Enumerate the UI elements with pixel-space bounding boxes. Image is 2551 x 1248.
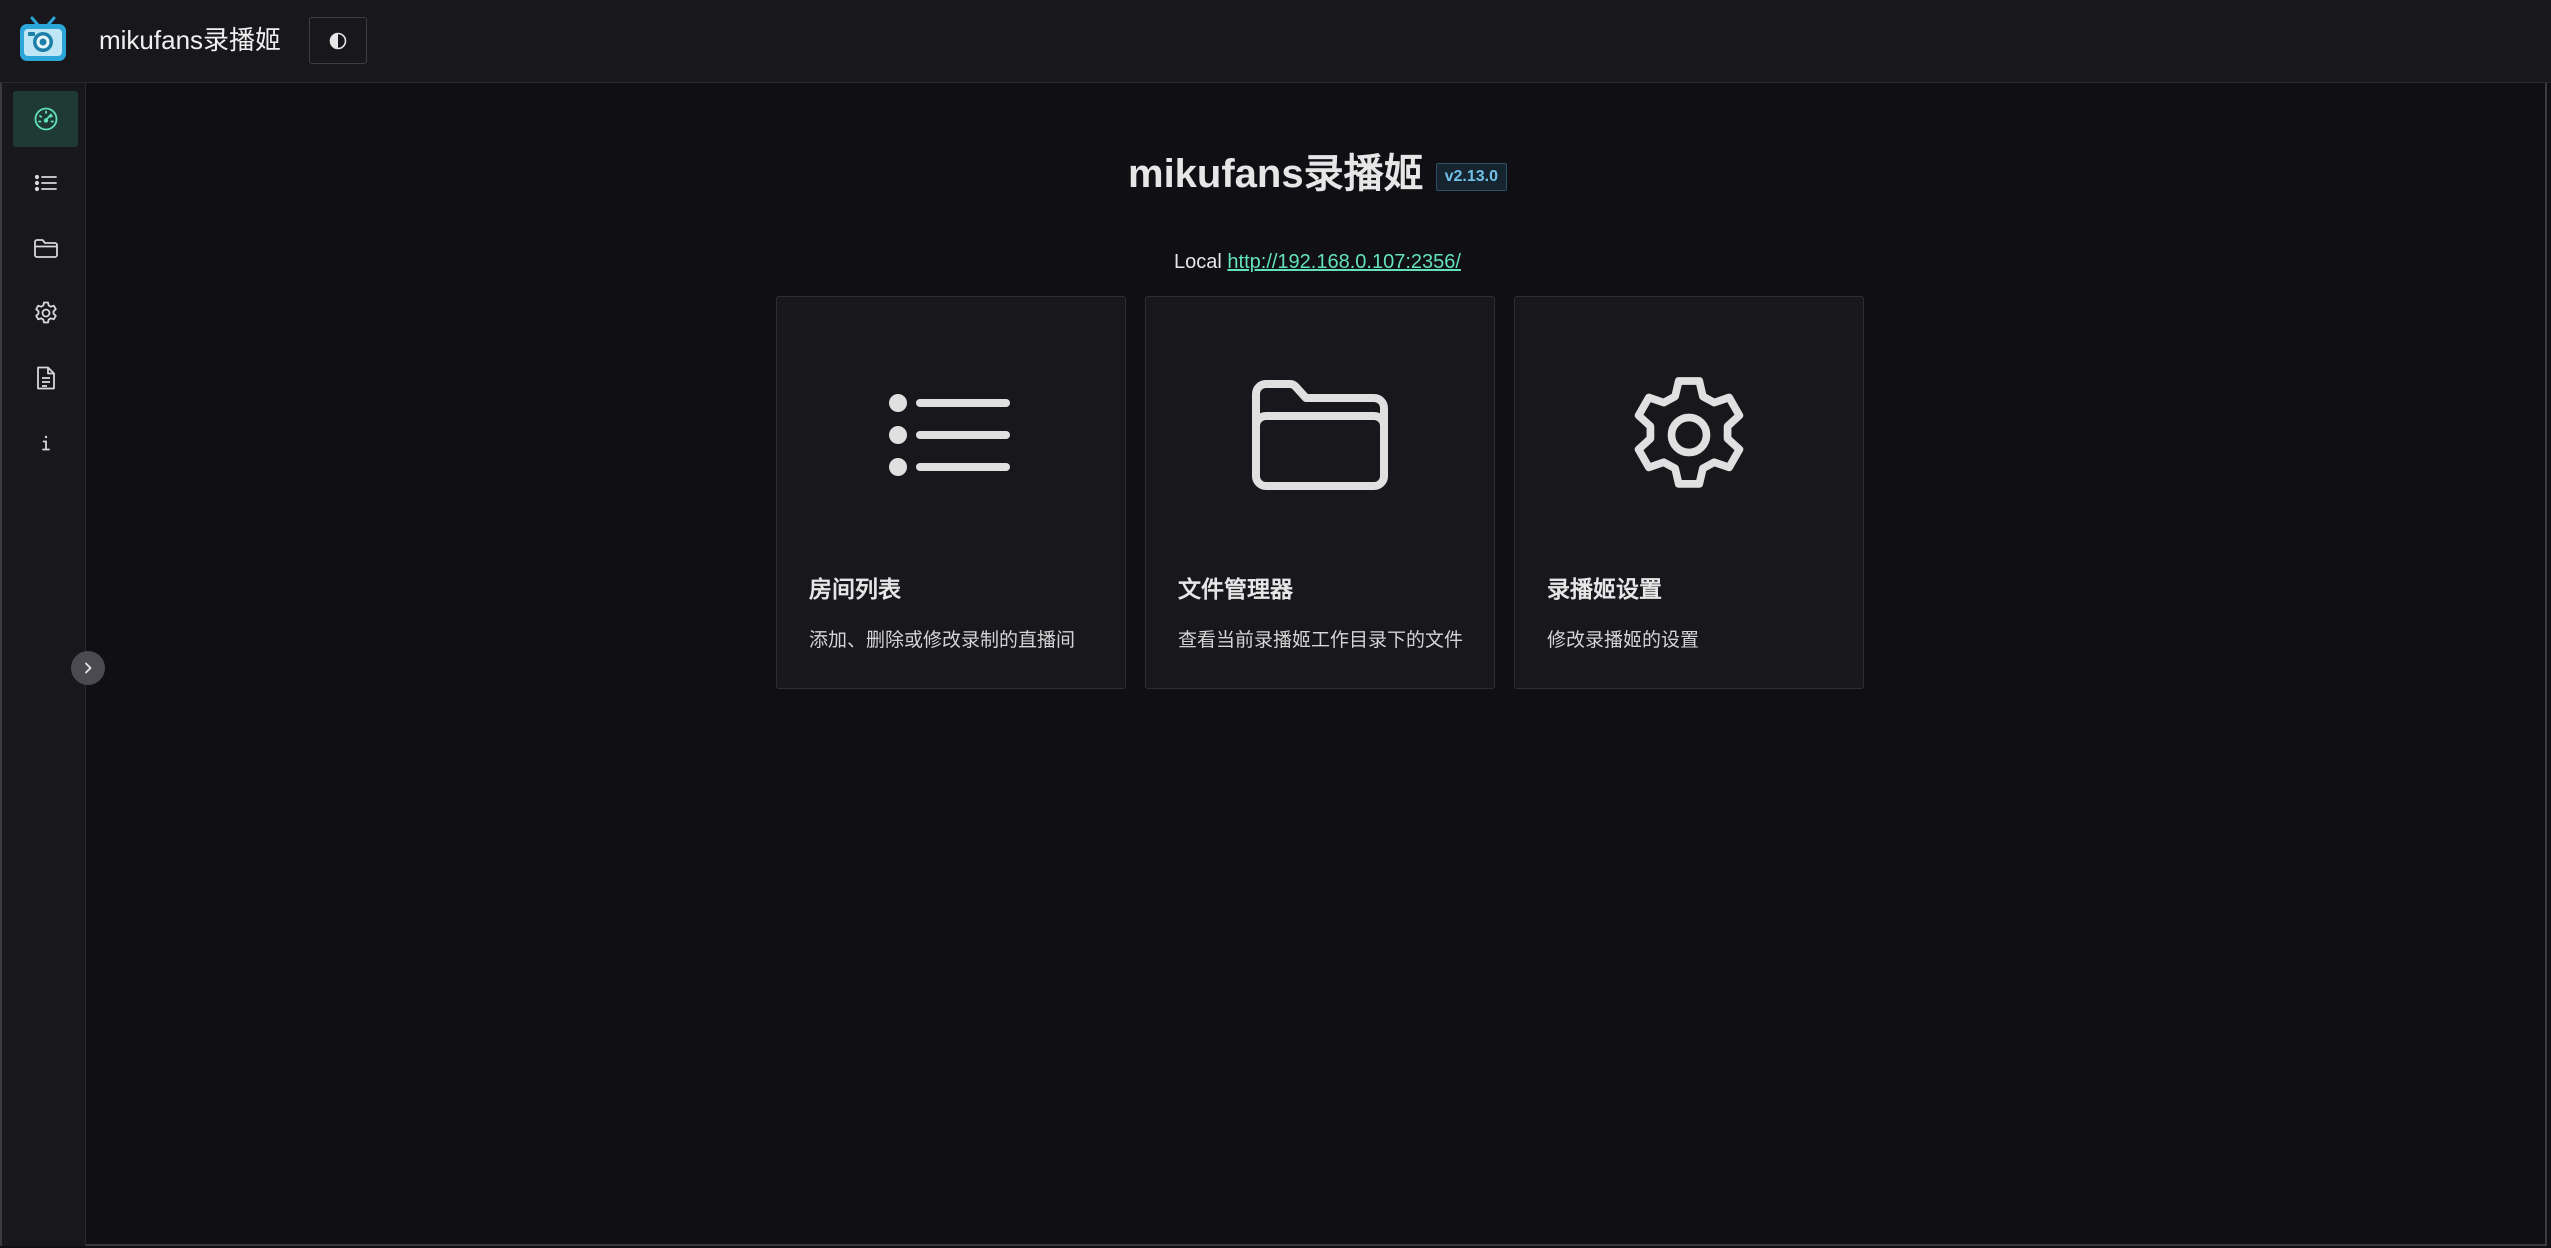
sidebar-item-settings[interactable] (13, 285, 78, 341)
card-title: 录播姬设置 (1547, 576, 1662, 602)
card-icon-container (777, 363, 1125, 507)
sidebar-item-dashboard[interactable] (13, 91, 78, 147)
local-label: Local (1174, 251, 1222, 273)
tv-camera-logo-icon[interactable] (18, 16, 68, 64)
top-header: mikufans录播姬 (0, 0, 2551, 83)
local-url-link[interactable]: http://192.168.0.107:2356/ (1227, 251, 1461, 273)
chevron-right-icon (85, 662, 92, 674)
card-description: 查看当前录播姬工作目录下的文件 (1178, 630, 1464, 651)
speedometer-icon (34, 107, 57, 131)
card-title: 房间列表 (809, 576, 901, 602)
info-icon (41, 435, 50, 451)
sidebar-item-about[interactable] (13, 415, 78, 471)
card-file-manager[interactable]: 文件管理器 查看当前录播姬工作目录下的文件 (1145, 296, 1495, 689)
list-icon (889, 394, 1010, 476)
app-title: mikufans录播姬 (99, 25, 282, 55)
sidebar-collapse-button[interactable] (71, 651, 105, 685)
page-title: mikufans录播姬 (1128, 152, 1424, 196)
gear-icon (1634, 377, 1744, 488)
folder-icon (1252, 380, 1388, 490)
sidebar-item-logs[interactable] (13, 350, 78, 406)
document-icon (36, 366, 55, 390)
card-title: 文件管理器 (1178, 576, 1293, 602)
card-room-list[interactable]: 房间列表 添加、删除或修改录制的直播间 (776, 296, 1126, 689)
main-heading: mikufans录播姬 v2.13.0 (0, 146, 2551, 202)
card-icon-container (1515, 363, 1863, 507)
version-badge: v2.13.0 (1435, 163, 1507, 191)
card-icon-container (1146, 363, 1494, 507)
half-circle-contrast-icon (329, 32, 347, 49)
card-settings[interactable]: 录播姬设置 修改录播姬的设置 (1514, 296, 1864, 689)
card-description: 添加、删除或修改录制的直播间 (809, 630, 1076, 651)
gear-icon (34, 301, 57, 324)
local-address-line: Local http://192.168.0.107:2356/ (0, 248, 2551, 276)
theme-toggle-button[interactable] (309, 17, 367, 64)
card-description: 修改录播姬的设置 (1547, 630, 1700, 651)
